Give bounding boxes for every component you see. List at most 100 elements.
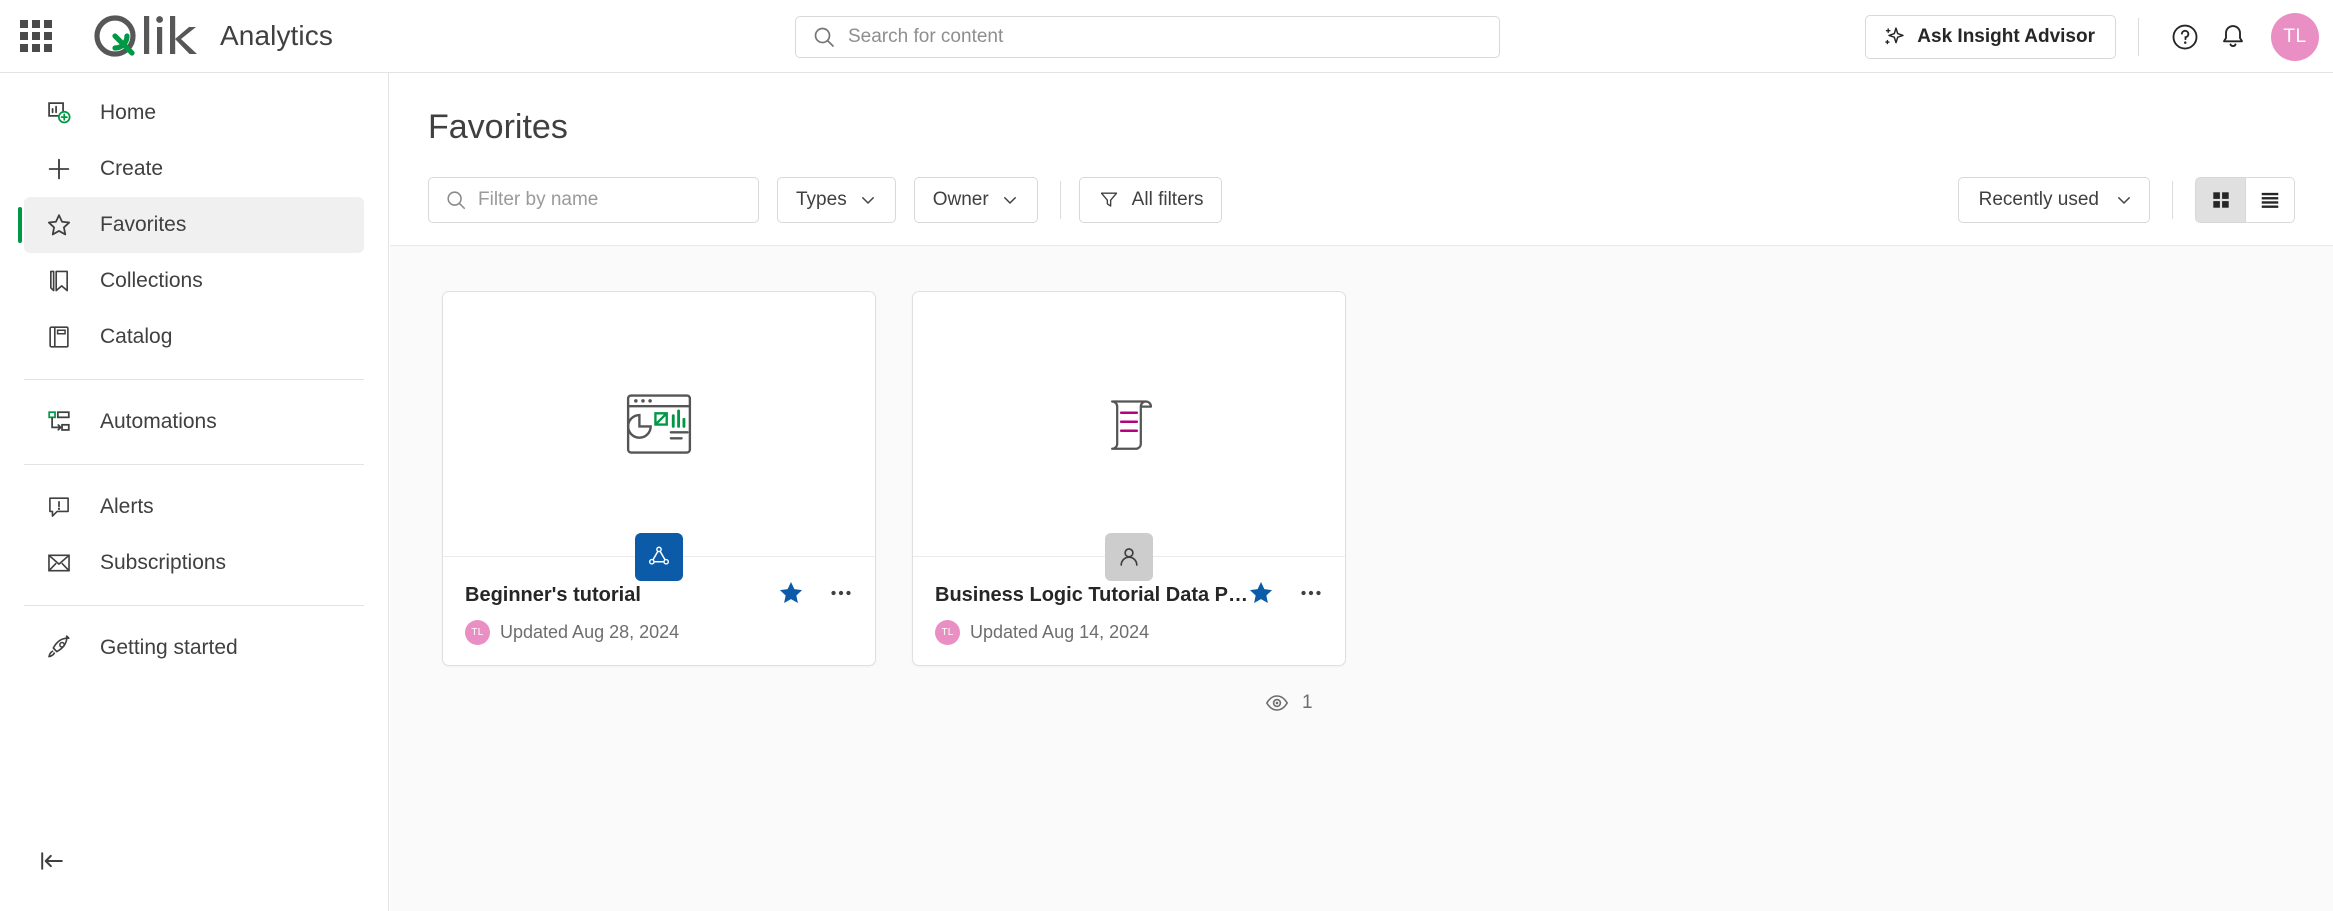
view-toggle-group — [2195, 177, 2295, 223]
chevron-down-icon — [1003, 197, 1016, 204]
card-title: Business Logic Tutorial Data Prep — [935, 584, 1255, 606]
catalog-book-icon — [42, 320, 76, 354]
eye-icon — [1265, 695, 1289, 711]
card-updated-date: Updated Aug 28, 2024 — [500, 622, 680, 642]
views-indicator: 1 — [1265, 691, 1385, 715]
bell-icon[interactable] — [2209, 13, 2257, 61]
card-title: Beginner's tutorial — [465, 584, 641, 606]
automations-flow-icon — [42, 405, 76, 439]
chevron-down-icon — [2118, 197, 2130, 204]
sidebar-item-getting-started[interactable]: Getting started — [24, 620, 364, 676]
sidebar-divider — [24, 379, 364, 380]
page-title: Favorites — [428, 108, 568, 146]
card-meta: TL Updated Aug 28, 2024 — [465, 620, 853, 645]
content-card[interactable]: Business Logic Tutorial Data Prep TL Upd… — [912, 291, 1346, 666]
list-view-button[interactable] — [2245, 177, 2295, 223]
brand[interactable]: Analytics — [88, 12, 333, 60]
top-bar-actions: Ask Insight Advisor TL — [1865, 0, 2319, 73]
card-body: Business Logic Tutorial Data Prep TL Upd… — [913, 557, 1345, 645]
card-meta: TL Updated Aug 14, 2024 — [935, 620, 1323, 645]
star-filled-icon — [779, 582, 803, 604]
star-outline-icon — [42, 208, 76, 242]
search-input[interactable] — [848, 17, 1448, 57]
card-actions — [777, 579, 855, 607]
card-actions — [1247, 579, 1325, 607]
alert-bubble-icon — [42, 490, 76, 524]
owner-filter-label: Owner — [932, 189, 989, 210]
sidebar-item-label: Catalog — [100, 325, 173, 348]
favorite-star-button[interactable] — [777, 579, 805, 607]
rocket-icon — [42, 631, 76, 665]
avatar: TL — [465, 620, 490, 645]
divider — [2138, 17, 2139, 56]
sort-dropdown[interactable]: Recently used — [1957, 177, 2150, 223]
sidebar-divider — [24, 605, 364, 606]
toolbar-right-group: Recently used — [1957, 177, 2295, 223]
types-filter-dropdown[interactable]: Types — [777, 177, 896, 223]
top-bar: Analytics Ask Insight Advisor — [0, 0, 2333, 73]
collapse-left-icon — [41, 852, 63, 870]
bookmark-icon — [42, 264, 76, 298]
avatar-initials: TL — [941, 627, 954, 638]
sidebar-item-label: Subscriptions — [100, 551, 227, 574]
sidebar-item-catalog[interactable]: Catalog — [24, 309, 364, 365]
avatar: TL — [935, 620, 960, 645]
sidebar-item-alerts[interactable]: Alerts — [24, 479, 364, 535]
divider — [1059, 181, 1061, 219]
card-more-options-button[interactable] — [1297, 579, 1325, 607]
sidebar: Home Create Favorites Collections Catalo… — [0, 73, 389, 911]
help-circle-icon[interactable] — [2161, 13, 2209, 61]
home-dashboard-icon — [42, 96, 76, 130]
app-launcher-grid-icon[interactable] — [14, 14, 58, 58]
funnel-icon — [1100, 192, 1117, 207]
sidebar-item-label: Automations — [100, 410, 217, 433]
search-icon — [814, 27, 834, 47]
content-card[interactable]: Beginner's tutorial TL Updated Aug 28, 2… — [442, 291, 876, 666]
content-toolbar: Types Owner All filters R — [428, 177, 2295, 223]
sidebar-item-automations[interactable]: Automations — [24, 394, 364, 450]
search-icon — [447, 191, 466, 210]
grid-view-button[interactable] — [2195, 177, 2245, 223]
sidebar-item-favorites[interactable]: Favorites — [18, 197, 364, 253]
sidebar-item-label: Create — [100, 157, 164, 180]
sidebar-item-create[interactable]: Create — [24, 141, 364, 197]
owner-filter-dropdown[interactable]: Owner — [913, 177, 1038, 223]
ask-insight-advisor-label: Ask Insight Advisor — [1917, 25, 2095, 47]
all-filters-label: All filters — [1131, 189, 1204, 210]
main-content: Favorites Types Owner — [390, 73, 2333, 911]
sparkle-icon — [1885, 26, 1905, 44]
avatar-initials: TL — [471, 627, 484, 638]
card-body: Beginner's tutorial TL Updated Aug 28, 2… — [443, 557, 875, 645]
global-search[interactable] — [795, 16, 1500, 58]
sidebar-item-label: Favorites — [100, 213, 187, 236]
sidebar-item-label: Collections — [100, 269, 203, 292]
product-name: Analytics — [220, 20, 333, 51]
analytics-app-chart-icon — [626, 394, 692, 454]
sidebar-item-home[interactable]: Home — [24, 85, 364, 141]
sidebar-item-label: Getting started — [100, 636, 238, 659]
all-filters-button[interactable]: All filters — [1078, 177, 1223, 223]
card-thumbnail — [913, 292, 1345, 581]
views-count: 1 — [1302, 692, 1313, 713]
list-view-icon — [2261, 192, 2279, 208]
card-updated-date: Updated Aug 14, 2024 — [970, 622, 1150, 642]
content-grid: Beginner's tutorial TL Updated Aug 28, 2… — [390, 246, 2333, 666]
star-filled-icon — [1249, 582, 1273, 604]
collapse-sidebar-button[interactable] — [28, 837, 76, 885]
script-document-icon — [1111, 400, 1153, 450]
ellipsis-icon — [1301, 590, 1321, 596]
divider — [2172, 181, 2173, 219]
filter-input[interactable] — [478, 178, 718, 222]
favorite-star-button[interactable] — [1247, 579, 1275, 607]
ellipsis-icon — [831, 590, 851, 596]
sidebar-item-label: Home — [100, 101, 157, 124]
card-more-options-button[interactable] — [827, 579, 855, 607]
chevron-down-icon — [861, 197, 874, 204]
ask-insight-advisor-button[interactable]: Ask Insight Advisor — [1865, 14, 2116, 59]
grid-view-icon — [2212, 192, 2229, 208]
filter-by-name-field[interactable] — [428, 177, 759, 223]
sidebar-item-subscriptions[interactable]: Subscriptions — [24, 535, 364, 591]
sidebar-item-collections[interactable]: Collections — [24, 253, 364, 309]
card-thumbnail — [443, 292, 875, 581]
avatar[interactable]: TL — [2271, 12, 2319, 61]
